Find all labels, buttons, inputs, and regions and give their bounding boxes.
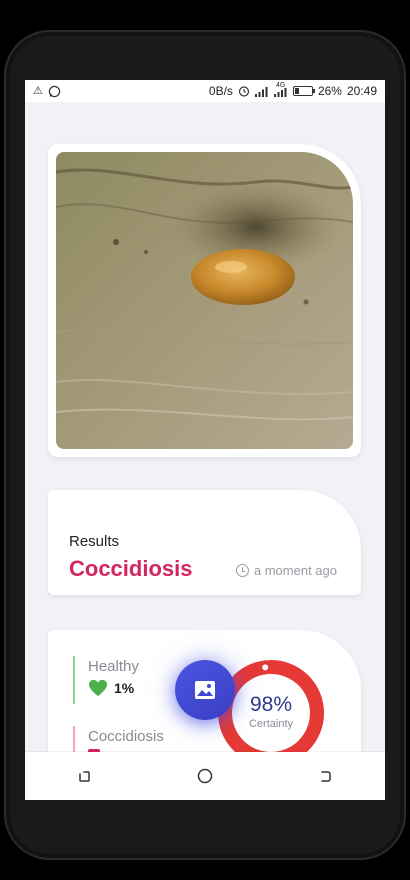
back-icon <box>321 771 331 782</box>
app-screen: ⚠ 0B/s 4G 26% 20:49 Results Coccidiosis … <box>25 80 385 800</box>
battery-fill <box>294 88 299 94</box>
battery-percent: 26% <box>317 84 342 98</box>
back-button[interactable] <box>305 756 345 796</box>
clock-icon <box>235 564 249 577</box>
alarm-icon <box>238 86 250 97</box>
stat-healthy-value: 1% <box>114 680 135 696</box>
pick-image-button[interactable] <box>175 660 235 720</box>
status-left: ⚠ <box>33 85 61 98</box>
whatsapp-icon <box>48 85 61 97</box>
stat-healthy: Healthy 1% <box>73 656 139 704</box>
clock-time: 20:49 <box>346 84 377 98</box>
recent-apps-button[interactable] <box>65 756 105 796</box>
status-right: 0B/s 4G 26% 20:49 <box>208 82 377 98</box>
stat-healthy-row: 1% <box>88 679 139 697</box>
signal-4g-bars-icon <box>273 88 287 97</box>
navigation-bar <box>25 752 385 800</box>
image-icon <box>195 681 215 699</box>
home-button[interactable] <box>185 756 225 796</box>
stat-coccidiosis-label: Coccidiosis <box>88 728 164 745</box>
gauge-end-marker <box>262 664 269 671</box>
results-label: Results <box>69 533 120 550</box>
sample-photo-image <box>56 152 353 449</box>
heart-icon <box>89 679 107 697</box>
recent-apps-icon <box>79 771 90 782</box>
result-timestamp: a moment ago <box>235 563 337 578</box>
stat-healthy-label: Healthy <box>88 658 139 675</box>
warning-icon: ⚠ <box>33 84 43 97</box>
image-card <box>48 144 361 457</box>
signal-icon <box>254 86 268 97</box>
result-time-text: a moment ago <box>253 563 337 578</box>
certainty-label: Certainty <box>248 718 294 730</box>
signal-4g: 4G <box>273 82 288 97</box>
battery-icon <box>292 86 315 96</box>
network-speed: 0B/s <box>208 84 233 98</box>
status-bar: ⚠ 0B/s 4G 26% 20:49 <box>25 80 385 102</box>
results-card: Results Coccidiosis a moment ago <box>48 490 361 595</box>
sample-photo <box>56 152 353 449</box>
home-icon <box>197 768 213 784</box>
diagnosis-name: Coccidiosis <box>69 556 193 581</box>
